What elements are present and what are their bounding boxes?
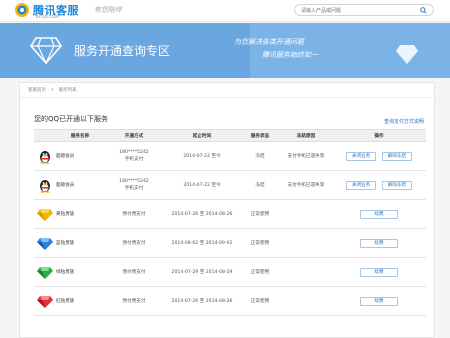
services-table: 服务名称 开通方式 起止时间 服务状态 冻结原因 操作 超级会员 180****… — [34, 129, 426, 316]
service-status: 正常使用 — [240, 286, 280, 316]
header-icon-cell — [34, 129, 56, 142]
service-time: 2014-07-26 至 2014-08-26 — [164, 286, 240, 316]
payment-type: 手机支付 — [124, 186, 144, 191]
renew-button[interactable]: 续费 — [360, 209, 398, 219]
yellow-diamond-icon — [37, 209, 53, 221]
freeze-reason: 支付手机已遗失等 — [280, 141, 332, 171]
divider — [20, 97, 436, 98]
search-input[interactable] — [301, 6, 413, 15]
table-row: 超级会员 180****5242 手机支付 2014-07-22 至今 冻结 支… — [34, 170, 426, 200]
service-status: 正常使用 — [240, 228, 280, 258]
renew-button[interactable]: 续费 — [360, 238, 398, 248]
service-method: 预付费支付 — [104, 228, 164, 258]
service-icon-cell — [34, 286, 56, 316]
payment-type: 手机支付 — [124, 157, 144, 162]
service-time: 2014-07-29 至 2014-08-29 — [164, 257, 240, 287]
service-method: 预付费支付 — [104, 257, 164, 287]
search-box — [294, 4, 434, 16]
service-actions: 续费 — [332, 286, 426, 316]
service-icon-cell — [34, 257, 56, 287]
qq-penguin-icon — [40, 180, 50, 193]
close-service-button[interactable]: 关闭业务 — [345, 180, 377, 190]
service-method: 180****5242 手机支付 — [104, 141, 164, 171]
diamond-icon — [30, 37, 62, 65]
header-service-name: 服务名称 — [56, 129, 104, 142]
table-row: 绿钻贵族 预付费支付 2014-07-29 至 2014-08-29 正常使用 … — [34, 257, 426, 287]
logo-subtext: KF.QQ.COM — [36, 14, 59, 19]
service-actions: 关闭业务 解除冻结 — [332, 141, 426, 171]
breadcrumb-current: 服务列表 — [58, 88, 77, 93]
breadcrumb-home[interactable]: 客服首页 — [28, 88, 46, 93]
service-name: 超级会员 — [56, 141, 104, 171]
service-time: 2014-08-02 至 2014-09-02 — [164, 228, 240, 258]
qq-penguin-icon — [40, 151, 50, 164]
table-row: 蓝钻贵族 预付费支付 2014-08-02 至 2014-09-02 正常使用 … — [34, 228, 426, 258]
top-bar: 腾讯客服 KF.QQ.COM 有您陪伴 — [0, 0, 450, 22]
service-icon-cell — [34, 228, 56, 258]
service-name: 蓝钻贵族 — [56, 228, 104, 258]
payment-info-link[interactable]: 查询支付方式说明 — [384, 118, 424, 125]
main-panel: 客服首页 > 服务列表 您的QQ已开通以下服务 查询支付方式说明 服务名称 开通… — [19, 82, 436, 338]
service-status: 正常使用 — [240, 199, 280, 229]
freeze-reason — [280, 257, 332, 287]
service-method: 预付费支付 — [104, 286, 164, 316]
service-time: 2014-07-22 至今 — [164, 141, 240, 171]
service-time: 2014-07-26 至 2014-08-26 — [164, 199, 240, 229]
renew-button[interactable]: 续费 — [360, 296, 398, 306]
freeze-reason — [280, 228, 332, 258]
table-row: 黄钻贵族 预付费支付 2014-07-26 至 2014-08-26 正常使用 … — [34, 199, 426, 229]
green-diamond-icon — [37, 267, 53, 279]
service-method: 180****5242 手机支付 — [104, 170, 164, 200]
service-actions: 续费 — [332, 228, 426, 258]
table-row: 红钻贵族 预付费支付 2014-07-26 至 2014-08-26 正常使用 … — [34, 286, 426, 316]
service-icon-cell — [34, 199, 56, 229]
banner-title: 服务开通查询专区 — [74, 44, 171, 58]
freeze-reason — [280, 286, 332, 316]
close-service-button[interactable]: 关闭业务 — [345, 151, 377, 161]
table-header-row: 服务名称 开通方式 起止时间 服务状态 冻结原因 操作 — [34, 129, 426, 142]
service-status: 冻结 — [240, 141, 280, 171]
service-actions: 关闭业务 解除冻结 — [332, 170, 426, 200]
decorative-diamond-icon — [396, 45, 418, 64]
header-status: 服务状态 — [240, 129, 280, 142]
service-status: 冻结 — [240, 170, 280, 200]
renew-button[interactable]: 续费 — [360, 267, 398, 277]
unfreeze-button[interactable]: 解除冻结 — [381, 180, 413, 190]
search-icon[interactable] — [420, 7, 427, 14]
service-name: 红钻贵族 — [56, 286, 104, 316]
service-name: 超级会员 — [56, 170, 104, 200]
payment-phone: 180****5242 — [119, 150, 149, 155]
banner: 服务开通查询专区 为您解决各类开通问题 腾讯服务始终如一 — [0, 23, 450, 78]
service-status: 正常使用 — [240, 257, 280, 287]
header-slogan: 有您陪伴 — [94, 6, 122, 14]
freeze-reason: 支付手机已遗失等 — [280, 170, 332, 200]
red-diamond-icon — [37, 296, 53, 308]
header-method: 开通方式 — [104, 129, 164, 142]
service-icon-cell — [34, 141, 56, 171]
service-actions: 续费 — [332, 257, 426, 287]
payment-phone: 180****5242 — [119, 179, 149, 184]
header-time: 起止时间 — [164, 129, 240, 142]
section-title: 您的QQ已开通以下服务 — [34, 115, 109, 123]
header-actions: 操作 — [332, 129, 426, 142]
service-time: 2014-07-22 至今 — [164, 170, 240, 200]
banner-slogan-line2: 腾讯服务始终如一 — [262, 51, 318, 59]
banner-slogan-line1: 为您解决各类开通问题 — [234, 38, 304, 46]
breadcrumb: 客服首页 > 服务列表 — [28, 87, 80, 93]
unfreeze-button[interactable]: 解除冻结 — [381, 151, 413, 161]
blue-diamond-icon — [37, 238, 53, 250]
service-actions: 续费 — [332, 199, 426, 229]
service-name: 绿钻贵族 — [56, 257, 104, 287]
service-icon-cell — [34, 170, 56, 200]
service-method: 预付费支付 — [104, 199, 164, 229]
freeze-reason — [280, 199, 332, 229]
header-reason: 冻结原因 — [280, 129, 332, 142]
table-row: 超级会员 180****5242 手机支付 2014-07-22 至今 冻结 支… — [34, 141, 426, 171]
service-name: 黄钻贵族 — [56, 199, 104, 229]
breadcrumb-separator: > — [50, 88, 55, 93]
tencent-logo-icon[interactable] — [14, 2, 30, 18]
